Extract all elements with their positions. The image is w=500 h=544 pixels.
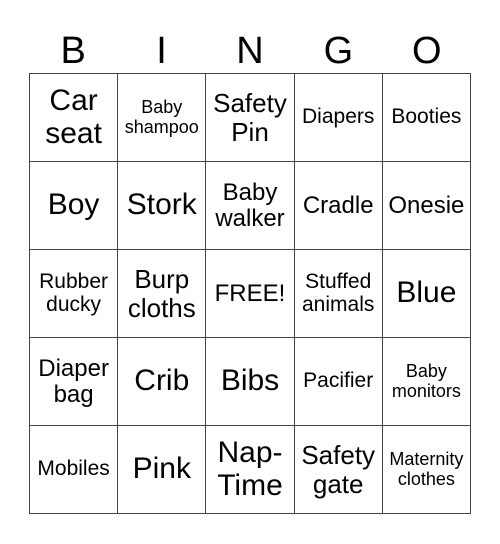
bingo-cell[interactable]: Car seat [30, 74, 119, 162]
bingo-cell[interactable]: Mobiles [30, 426, 119, 514]
cell-label: Baby monitors [391, 361, 461, 401]
bingo-cell[interactable]: Pacifier [294, 338, 383, 426]
bingo-cell[interactable]: Maternity clothes [382, 426, 471, 514]
cell-label: Safety Pin [213, 88, 287, 147]
cell-label: Baby walker [215, 178, 285, 232]
cell-label: Pink [132, 452, 191, 486]
cell-label: Pacifier [303, 369, 374, 393]
bingo-cell[interactable]: Safety Pin [206, 74, 295, 162]
cell-label: Bibs [220, 364, 280, 398]
bingo-cell[interactable]: Rubber ducky [30, 250, 119, 338]
free-space-cell[interactable]: FREE! [206, 250, 295, 338]
cell-label: Nap-Time [217, 436, 283, 502]
cell-label: Diaper bag [38, 354, 109, 408]
cell-label: Stork [126, 188, 197, 222]
bingo-cell[interactable]: Safety gate [294, 426, 383, 514]
cell-label: Booties [391, 105, 462, 129]
header-letter-i: I [156, 30, 167, 72]
bingo-cell[interactable]: Stork [118, 162, 207, 250]
bingo-cell[interactable]: Blue [382, 250, 471, 338]
cell-label: FREE! [214, 279, 286, 307]
cell-label: Burp cloths [127, 264, 196, 323]
bingo-cell[interactable]: Diapers [294, 74, 383, 162]
bingo-cell[interactable]: Pink [118, 426, 207, 514]
bingo-cell[interactable]: Crib [118, 338, 207, 426]
header-letter-b: B [60, 30, 86, 72]
bingo-header: B I N G O [29, 30, 471, 73]
cell-label: Onesie [388, 191, 465, 219]
cell-label: Mobiles [37, 457, 110, 481]
cell-label: Stuffed animals [302, 269, 375, 316]
cell-label: Diapers [302, 105, 375, 129]
bingo-cell[interactable]: Nap-Time [206, 426, 295, 514]
bingo-cell[interactable]: Baby monitors [382, 338, 471, 426]
cell-label: Safety gate [301, 440, 376, 499]
bingo-cell[interactable]: Onesie [382, 162, 471, 250]
bingo-cell[interactable]: Stuffed animals [294, 250, 383, 338]
bingo-cell[interactable]: Bibs [206, 338, 295, 426]
cell-label: Rubber ducky [39, 269, 109, 316]
cell-label: Boy [47, 188, 100, 222]
bingo-cell[interactable]: Baby shampoo [118, 74, 207, 162]
cell-label: Maternity clothes [389, 449, 464, 489]
bingo-cell[interactable]: Booties [382, 74, 471, 162]
bingo-grid: Car seat Baby shampoo Safety Pin Diapers Boo… [29, 73, 471, 514]
bingo-cell[interactable]: Diaper bag [30, 338, 119, 426]
header-letter-n: N [236, 30, 264, 72]
bingo-cell[interactable]: Cradle [294, 162, 383, 250]
cell-label: Baby shampoo [124, 97, 199, 137]
cell-label: Cradle [302, 191, 374, 219]
cell-label: Car seat [45, 84, 102, 150]
header-letter-o: O [411, 30, 442, 72]
cell-label: Blue [396, 276, 457, 310]
bingo-cell[interactable]: Boy [30, 162, 119, 250]
bingo-cell[interactable]: Burp cloths [118, 250, 207, 338]
bingo-cell[interactable]: Baby walker [206, 162, 295, 250]
header-letter-g: G [323, 30, 354, 72]
cell-label: Crib [134, 364, 190, 398]
